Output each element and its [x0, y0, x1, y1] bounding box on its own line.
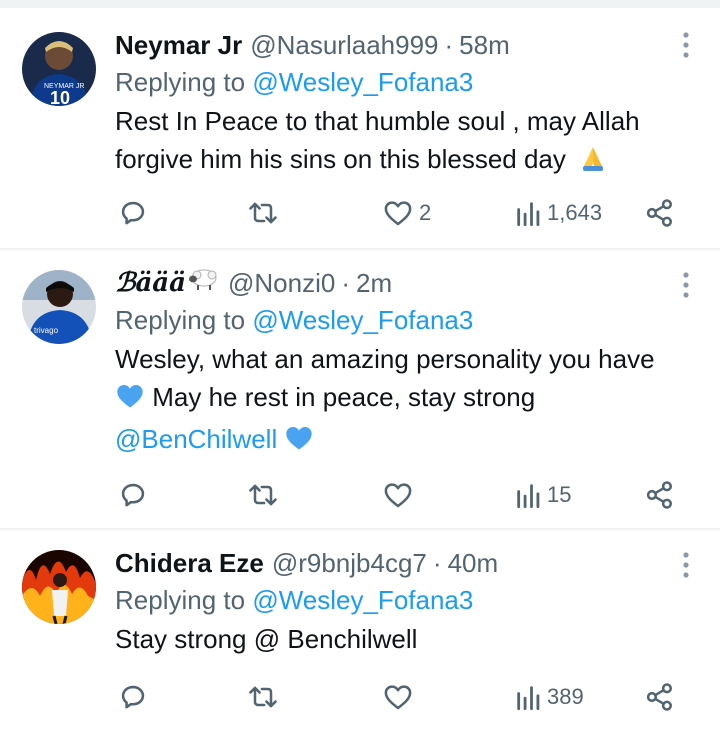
share-icon	[646, 683, 672, 711]
reply-button[interactable]	[119, 196, 153, 230]
top-divider	[0, 0, 720, 8]
share-button[interactable]	[645, 478, 675, 512]
replying-to: Replying to @Wesley_Fofana3	[115, 582, 700, 618]
tweet-actions: 2 1,643	[115, 196, 685, 230]
replying-to: Replying to @Wesley_Fofana3	[115, 64, 700, 100]
views-count: 1,643	[547, 200, 603, 225]
avatar[interactable]: trivago	[22, 270, 96, 344]
mention-link[interactable]: @Wesley_Fofana3	[252, 585, 473, 615]
like-button[interactable]	[383, 478, 419, 512]
svg-text:trivago: trivago	[34, 326, 59, 335]
views-button[interactable]: 15	[515, 478, 571, 512]
tweet-header: ℬäää @Nonzi0 · 2m	[115, 266, 700, 300]
retweet-icon	[249, 484, 277, 506]
tweet[interactable]: NEYMAR JR 10 Neymar Jr @Nasurlaah999 · 5…	[0, 8, 720, 250]
more-options-icon[interactable]	[682, 552, 690, 578]
replying-prefix: Replying to	[115, 585, 246, 615]
mention-link[interactable]: @Wesley_Fofana3	[252, 67, 473, 97]
reply-icon	[121, 483, 145, 507]
views-icon	[517, 202, 540, 227]
views-count: 389	[547, 684, 584, 709]
retweet-button[interactable]	[247, 196, 285, 230]
separator: ·	[432, 548, 442, 578]
display-name[interactable]: ℬäää	[115, 266, 186, 300]
separator: ·	[341, 268, 350, 298]
share-button[interactable]	[645, 680, 675, 714]
tweet-text: Stay strong @ Benchilwell	[115, 620, 700, 658]
retweet-button[interactable]	[247, 680, 285, 714]
svg-text:10: 10	[50, 88, 70, 106]
reply-button[interactable]	[119, 680, 153, 714]
tweet-text-line: Rest In Peace to that humble soul , may …	[115, 106, 640, 136]
views-icon	[517, 686, 540, 711]
replying-prefix: Replying to	[115, 305, 246, 335]
folded-hands-icon	[579, 144, 607, 182]
replying-to: Replying to @Wesley_Fofana3	[115, 302, 700, 338]
reply-icon	[121, 201, 145, 225]
avatar[interactable]	[22, 550, 96, 624]
blue-heart-icon	[115, 382, 145, 420]
tweet-text-line: May he rest in peace, stay strong	[115, 378, 700, 420]
tweet-header: Chidera Eze @r9bnjb4cg7 · 40m	[115, 546, 700, 580]
user-handle[interactable]: @Nasurlaah999	[250, 28, 438, 62]
views-icon	[517, 484, 540, 509]
mention-link[interactable]: @BenChilwell	[115, 424, 277, 454]
tweet-text: Rest In Peace to that humble soul , may …	[115, 102, 700, 182]
display-name[interactable]: Neymar Jr	[115, 28, 242, 62]
blue-heart-icon	[284, 424, 314, 462]
more-options-icon[interactable]	[682, 32, 690, 58]
heart-icon	[384, 483, 412, 508]
timestamp[interactable]: 40m	[448, 546, 499, 580]
share-icon	[646, 199, 672, 227]
retweet-icon	[249, 202, 277, 224]
tweet-text-line: Stay strong @ Benchilwell	[115, 624, 418, 654]
avatar[interactable]: NEYMAR JR 10	[22, 32, 96, 106]
heart-icon	[384, 685, 412, 710]
tweet-actions: 389	[115, 680, 685, 714]
tweet-text: Wesley, what an amazing personality you …	[115, 340, 700, 462]
reply-button[interactable]	[119, 478, 153, 512]
retweet-button[interactable]	[247, 478, 285, 512]
tweet[interactable]: trivago ℬäää @Nonzi0 · 2m Replying to @W	[0, 250, 720, 530]
views-count: 15	[547, 482, 572, 507]
tweet[interactable]: Chidera Eze @r9bnjb4cg7 · 40m Replying t…	[0, 530, 720, 740]
like-count: 2	[419, 200, 432, 225]
share-button[interactable]	[645, 196, 675, 230]
tweet-text-line: Wesley, what an amazing personality you …	[115, 344, 655, 374]
user-handle[interactable]: @r9bnjb4cg7	[272, 546, 427, 580]
views-button[interactable]: 1,643	[515, 196, 602, 230]
tweet-text-line: forgive him his sins on this blessed day	[115, 140, 700, 182]
tweet-actions: 15	[115, 478, 685, 512]
timestamp[interactable]: 58m	[459, 28, 510, 62]
tweet-text-line: @BenChilwell	[115, 420, 700, 462]
replying-prefix: Replying to	[115, 67, 246, 97]
share-icon	[646, 481, 672, 509]
views-button[interactable]: 389	[515, 680, 584, 714]
heart-icon	[384, 201, 412, 226]
separator: ·	[444, 30, 454, 60]
timestamp[interactable]: 2m	[356, 266, 392, 300]
user-handle[interactable]: @Nonzi0	[228, 266, 335, 300]
sheep-icon	[188, 266, 220, 300]
like-button[interactable]	[383, 680, 419, 714]
like-button[interactable]: 2	[383, 196, 431, 230]
tweet-header: Neymar Jr @Nasurlaah999 · 58m	[115, 28, 700, 62]
retweet-icon	[249, 686, 277, 708]
mention-link[interactable]: @Wesley_Fofana3	[252, 305, 473, 335]
more-options-icon[interactable]	[682, 272, 690, 298]
display-name[interactable]: Chidera Eze	[115, 546, 264, 580]
reply-icon	[121, 685, 145, 709]
